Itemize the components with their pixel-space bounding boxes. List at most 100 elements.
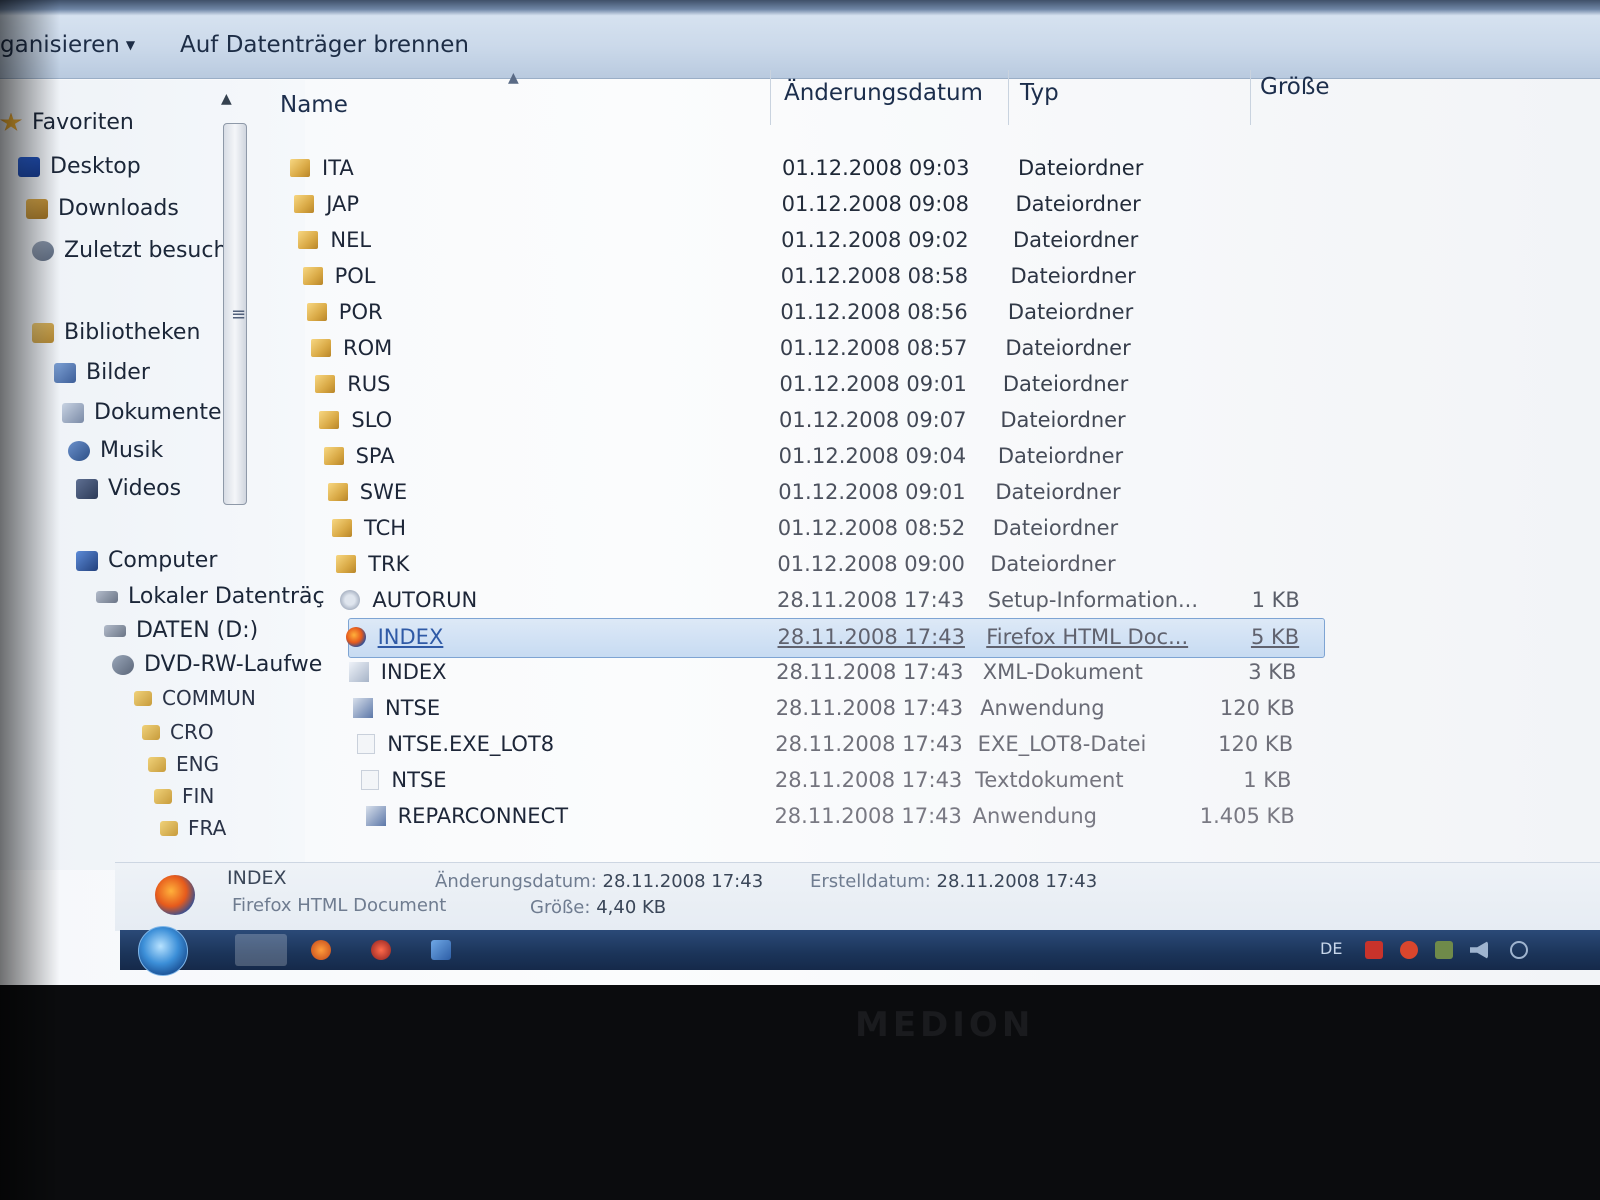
nav-item-downloads[interactable]: Downloads (26, 196, 179, 221)
organize-button[interactable]: ganisieren ▼ (0, 32, 135, 58)
scroll-up-icon[interactable]: ▲ (221, 91, 232, 107)
nav-item-daten-d[interactable]: DATEN (D:) (104, 618, 258, 643)
file-name: NTSE.EXE_LOT8 (387, 732, 555, 756)
nav-item-commun[interactable]: COMMUN (134, 686, 256, 710)
file-name-cell: SWE (327, 480, 407, 504)
navigation-scrollbar[interactable]: ▲ ≡ (215, 85, 247, 505)
file-name: SPA (355, 444, 395, 468)
file-type: Dateiordner (990, 552, 1116, 576)
media-icon (431, 940, 451, 960)
nav-item-videos[interactable]: Videos (76, 476, 181, 501)
nav-item-bibliotheken[interactable]: Bibliotheken (32, 320, 200, 345)
nav-item-eng[interactable]: ENG (148, 752, 219, 776)
scrollbar-thumb[interactable]: ≡ (223, 123, 247, 505)
desktop-icon (18, 156, 40, 177)
file-list: ▲ Name Änderungsdatum Typ Größe ITA 01.12… (260, 70, 1600, 860)
table-row[interactable]: REPARCONNECT 28.11.2008 17:43 Anwendung 1.4… (260, 798, 1600, 836)
nav-item-bilder[interactable]: Bilder (54, 360, 150, 385)
details-pane: INDEX Firefox HTML Document Änderungsdat… (115, 862, 1600, 931)
column-header-date[interactable]: Änderungsdatum (784, 80, 983, 106)
table-row[interactable]: SLO 01.12.2008 09:07 Dateiordner (260, 402, 1600, 440)
taskbar-app-button[interactable] (355, 934, 407, 966)
volume-tray-icon[interactable] (1470, 941, 1488, 959)
column-separator[interactable] (1008, 70, 1009, 125)
file-name-cell: TCH (332, 516, 406, 540)
table-row[interactable]: INDEX 28.11.2008 17:43 Firefox HTML Doc...… (345, 618, 1325, 658)
nav-item-zuletzt-besucht[interactable]: Zuletzt besucht (32, 238, 236, 263)
file-name-cell: SLO (319, 408, 392, 432)
update-tray-icon[interactable] (1400, 941, 1418, 959)
nav-item-label: FIN (182, 784, 215, 808)
file-type: Dateiordner (1005, 336, 1131, 360)
table-row[interactable]: NTSE 28.11.2008 17:43 Anwendung 120 KB (260, 690, 1600, 728)
nav-item-cro[interactable]: CRO (142, 720, 214, 744)
nav-item-label: Computer (108, 548, 218, 573)
nav-item-computer[interactable]: Computer (76, 548, 217, 573)
table-row[interactable]: NTSE.EXE_LOT8 28.11.2008 17:43 EXE_LOT8-Da… (260, 726, 1600, 764)
file-name: ITA (322, 156, 354, 180)
folder-icon (294, 195, 315, 213)
file-type: Dateiordner (995, 480, 1121, 504)
table-row[interactable]: TCH 01.12.2008 08:52 Dateiordner (260, 510, 1600, 548)
file-name: POL (334, 264, 376, 288)
column-header-type[interactable]: Typ (1020, 80, 1059, 106)
file-type: Dateiordner (1015, 192, 1141, 216)
network-tray-icon[interactable] (1435, 941, 1453, 959)
nav-item-favoriten[interactable]: Favoriten (0, 110, 134, 135)
table-row[interactable]: ROM 01.12.2008 08:57 Dateiordner (260, 330, 1600, 368)
column-header-size[interactable]: Größe (1260, 74, 1329, 100)
file-name-cell: POR (306, 300, 383, 324)
table-row[interactable]: INDEX 28.11.2008 17:43 XML-Dokument 3 KB (260, 654, 1600, 692)
file-size: 5 KB (1250, 625, 1300, 649)
nav-item-musik[interactable]: Musik (68, 438, 163, 463)
file-name-cell: NTSE (353, 696, 440, 720)
column-separator[interactable] (770, 70, 771, 125)
security-tray-icon[interactable] (1365, 941, 1383, 959)
table-row[interactable]: AUTORUN 28.11.2008 17:43 Setup-Information… (260, 582, 1600, 620)
table-row[interactable]: SWE 01.12.2008 09:01 Dateiordner (260, 474, 1600, 512)
downloads-icon (26, 198, 48, 219)
file-date: 01.12.2008 08:57 (779, 336, 968, 360)
file-type: Dateiordner (1002, 372, 1129, 396)
taskbar-firefox-button[interactable] (295, 934, 347, 966)
taskbar-media-button[interactable] (415, 934, 467, 966)
file-name-cell: JAP (294, 192, 359, 216)
file-type: Dateiordner (1018, 156, 1144, 180)
folder-icon (134, 690, 152, 706)
videos-icon (76, 478, 98, 499)
table-row[interactable]: POL 01.12.2008 08:58 Dateiordner (260, 258, 1600, 296)
file-type: Setup-Information... (987, 588, 1199, 612)
taskbar-explorer-button[interactable] (235, 934, 287, 966)
folder-icon (315, 375, 336, 393)
table-row[interactable]: POR 01.12.2008 08:56 Dateiordner (260, 294, 1600, 332)
file-name: INDEX (377, 625, 444, 649)
folder-icon (327, 483, 348, 501)
nav-item-label: CRO (170, 720, 214, 744)
table-row[interactable]: NEL 01.12.2008 09:02 Dateiordner (260, 222, 1600, 260)
file-date: 01.12.2008 09:00 (777, 552, 965, 576)
file-date: 01.12.2008 09:01 (779, 372, 967, 396)
column-separator[interactable] (1250, 70, 1251, 125)
folder-icon (323, 447, 344, 465)
nav-item-desktop[interactable]: Desktop (18, 154, 141, 179)
power-tray-icon[interactable] (1510, 941, 1528, 959)
table-row[interactable]: JAP 01.12.2008 09:08 Dateiordner (260, 186, 1600, 224)
nav-item-fin[interactable]: FIN (154, 784, 214, 808)
table-row[interactable]: NTSE 28.11.2008 17:43 Textdokument 1 KB (260, 762, 1600, 800)
nav-item-fra[interactable]: FRA (160, 816, 226, 840)
language-indicator[interactable]: DE (1320, 939, 1342, 958)
table-row[interactable]: TRK 01.12.2008 09:00 Dateiordner (260, 546, 1600, 584)
start-button[interactable] (138, 926, 188, 976)
column-header-name[interactable]: Name (280, 92, 348, 118)
file-type: Dateiordner (1007, 300, 1134, 324)
file-date: 28.11.2008 17:43 (774, 804, 962, 828)
file-size: 1.405 KB (1199, 804, 1295, 828)
table-row[interactable]: SPA 01.12.2008 09:04 Dateiordner (260, 438, 1600, 476)
table-row[interactable]: ITA 01.12.2008 09:03 Dateiordner (260, 150, 1600, 188)
file-size: 1 KB (1251, 588, 1300, 612)
file-name: RUS (347, 372, 391, 396)
nav-item-dokumente[interactable]: Dokumente (62, 400, 221, 425)
file-type: EXE_LOT8-Datei (977, 732, 1147, 756)
burn-to-disc-button[interactable]: Auf Datenträger brennen (180, 32, 469, 58)
table-row[interactable]: RUS 01.12.2008 09:01 Dateiordner (260, 366, 1600, 404)
